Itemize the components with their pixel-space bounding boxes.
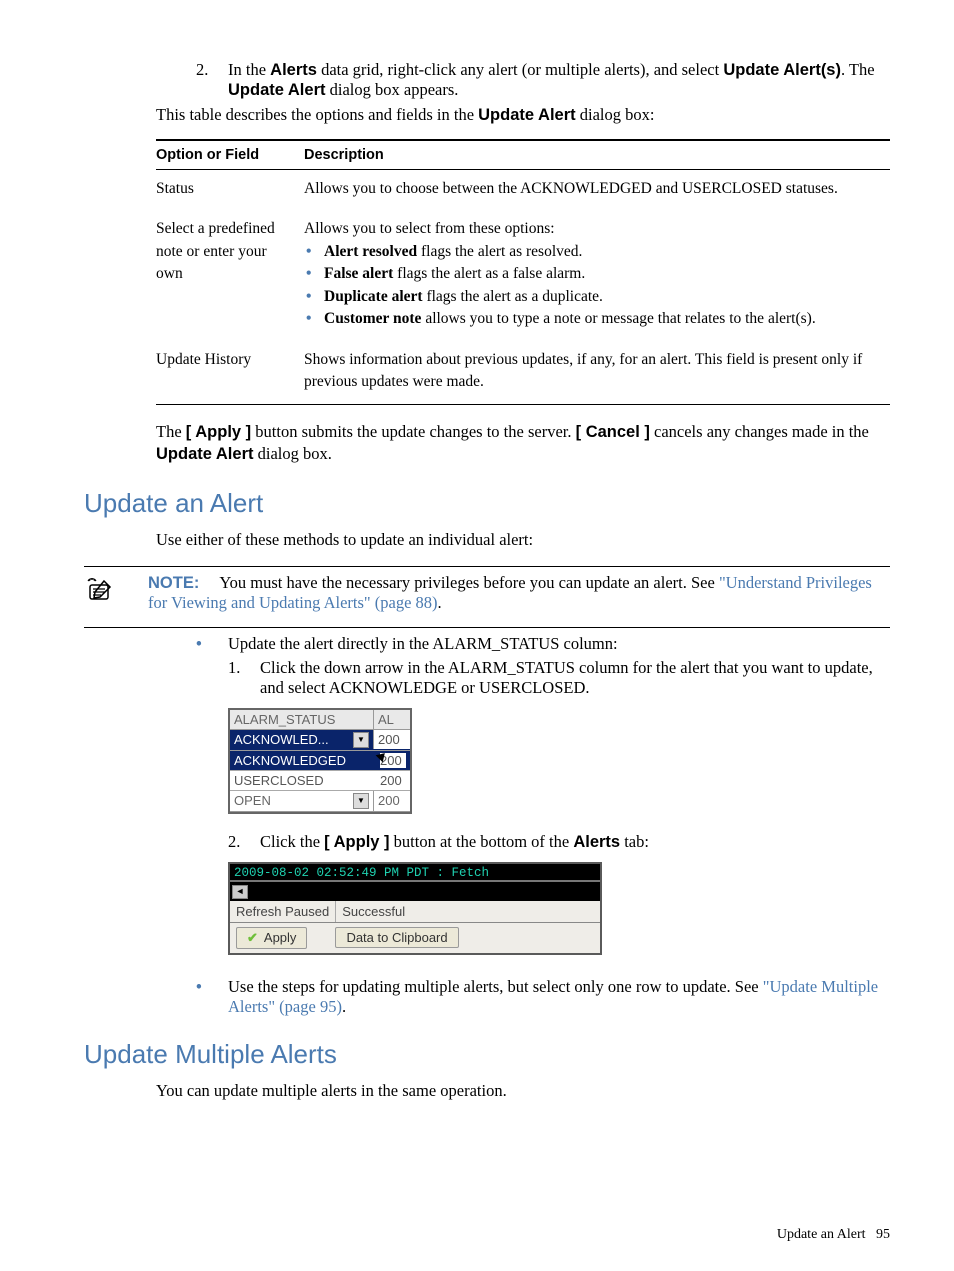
table-header-row: Option or Field Description	[156, 140, 890, 170]
substep-2-num: 2.	[228, 832, 260, 852]
page: 2. In the Alerts data grid, right-click …	[0, 0, 954, 1271]
table-intro: This table describes the options and fie…	[156, 104, 890, 127]
apply-button[interactable]: ✔ Apply	[236, 927, 307, 949]
alarm-selected-row[interactable]: ACKNOWLED... ▼ 200	[230, 730, 410, 751]
section1-body: Use either of these methods to update an…	[156, 529, 890, 552]
step-2-number: 2.	[196, 60, 228, 100]
note-rule-bottom	[84, 627, 890, 628]
section2-body: You can update multiple alerts in the sa…	[156, 1080, 890, 1103]
section1-intro: Use either of these methods to update an…	[156, 529, 890, 552]
bullet-update-column: • Update the alert directly in the ALARM…	[156, 634, 890, 654]
table-row-status: Status Allows you to choose between the …	[156, 169, 890, 210]
status-successful: Successful	[336, 901, 411, 922]
note-rule-top	[84, 566, 890, 567]
step-2-text: In the Alerts data grid, right-click any…	[228, 60, 890, 100]
intro-block: 2. In the Alerts data grid, right-click …	[156, 60, 890, 466]
cell-note: Select a predefined note or enter your o…	[156, 210, 304, 340]
alarm-open-row[interactable]: OPEN ▼ 200	[230, 791, 410, 812]
cell-note-desc: Allows you to select from these options:…	[304, 210, 890, 340]
alarm-status-screenshot: ALARM_STATUS AL ACKNOWLED... ▼ 200 ACKNO…	[228, 708, 412, 814]
heading-update-an-alert: Update an Alert	[84, 488, 890, 519]
dropdown-arrow-icon[interactable]: ▼	[353, 732, 369, 748]
scroll-left-icon[interactable]: ◄	[232, 885, 248, 899]
heading-update-multiple-alerts: Update Multiple Alerts	[84, 1039, 890, 1070]
note-bullet-2: •False alert flags the alert as a false …	[304, 263, 880, 285]
dropdown-arrow-icon[interactable]: ▼	[353, 793, 369, 809]
bullet-dot-icon: •	[196, 634, 228, 654]
note-bullet-4: •Customer note allows you to type a note…	[304, 308, 880, 330]
alarm-dropdown: ACKNOWLEDGED 200 USERCLOSED 200	[230, 751, 410, 791]
cell-history: Update History	[156, 341, 304, 404]
substep-1-num: 1.	[228, 658, 260, 698]
data-to-clipboard-button[interactable]: Data to Clipboard	[335, 927, 458, 948]
alarm-col-status: ALARM_STATUS	[230, 710, 374, 729]
note-block: NOTE: You must have the necessary privil…	[84, 573, 890, 613]
apply-cancel-paragraph: The [ Apply ] button submits the update …	[156, 421, 890, 467]
cell-status: Status	[156, 169, 304, 210]
status-refresh: Refresh Paused	[230, 901, 336, 922]
alarm-header-row: ALARM_STATUS AL	[230, 710, 410, 730]
note-label: NOTE:	[148, 574, 199, 592]
step-2: 2. In the Alerts data grid, right-click …	[156, 60, 890, 100]
alarm-option-acknowledged[interactable]: ACKNOWLEDGED 200	[230, 751, 410, 771]
col-option: Option or Field	[156, 140, 304, 170]
substep-1-text: Click the down arrow in the ALARM_STATUS…	[260, 658, 890, 698]
table-row-history: Update History Shows information about p…	[156, 341, 890, 404]
note-body: NOTE: You must have the necessary privil…	[148, 573, 890, 613]
substep-2: 2. Click the [ Apply ] button at the bot…	[156, 832, 890, 852]
note-bullet-3: •Duplicate alert flags the alert as a du…	[304, 286, 880, 308]
cell-history-desc: Shows information about previous updates…	[304, 341, 890, 404]
col-description: Description	[304, 140, 890, 170]
bullet-multiple-alerts: • Use the steps for updating multiple al…	[156, 977, 890, 1017]
table-row-note: Select a predefined note or enter your o…	[156, 210, 890, 340]
note-bullet-1: •Alert resolved flags the alert as resol…	[304, 241, 880, 263]
apply-panel-screenshot: 2009-08-02 02:52:49 PM PDT : Fetch ◄ Ref…	[228, 862, 602, 955]
check-icon: ✔	[247, 930, 258, 946]
cell-status-desc: Allows you to choose between the ACKNOWL…	[304, 169, 890, 210]
status-row: Refresh Paused Successful	[230, 901, 600, 923]
alarm-col-al: AL	[374, 710, 410, 729]
section2-intro: You can update multiple alerts in the sa…	[156, 1080, 890, 1103]
section1-steps: • Update the alert directly in the ALARM…	[156, 634, 890, 1017]
substep-1: 1. Click the down arrow in the ALARM_STA…	[156, 658, 890, 698]
substep-2-text: Click the [ Apply ] button at the bottom…	[260, 832, 649, 852]
options-table: Option or Field Description Status Allow…	[156, 139, 890, 405]
alarm-option-userclosed[interactable]: USERCLOSED 200	[230, 771, 410, 791]
note-icon	[84, 573, 148, 613]
bullet-dot-icon: •	[196, 977, 228, 1017]
log-line: 2009-08-02 02:52:49 PM PDT : Fetch	[230, 864, 600, 882]
page-footer: Update an Alert 95	[777, 1227, 890, 1243]
button-row: ✔ Apply Data to Clipboard	[230, 923, 600, 953]
